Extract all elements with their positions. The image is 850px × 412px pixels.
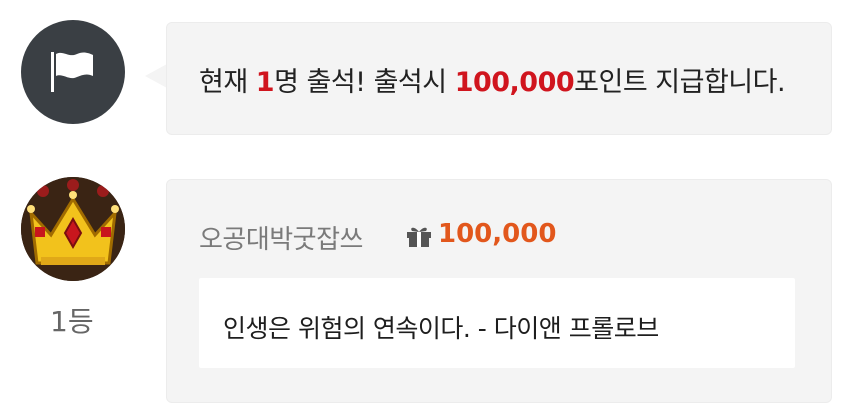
- bubble-tail: [145, 64, 167, 88]
- notice-suffix: 포인트 지급합니다.: [574, 67, 786, 98]
- flag-icon: [51, 52, 93, 92]
- notice-middle: 명 출석! 출석시: [274, 67, 455, 98]
- gift-icon: [407, 227, 431, 247]
- attendance-notice: 현재 1명 출석! 출석시 100,000포인트 지급합니다.: [199, 60, 786, 99]
- rank-label: 1등: [50, 305, 94, 338]
- nickname[interactable]: 오공대박굿잡쓰: [199, 219, 363, 256]
- attendance-count: 1: [255, 67, 275, 98]
- notice-prefix: 현재: [199, 67, 256, 98]
- quote-text: 인생은 위험의 연속이다. - 다이앤 프롤로브: [223, 314, 659, 343]
- avatar[interactable]: [21, 177, 125, 281]
- crown-icon: [21, 177, 125, 281]
- flag-avatar: [21, 20, 125, 124]
- points-value: 100,000: [438, 219, 557, 249]
- reward-points: 100,000: [454, 67, 575, 98]
